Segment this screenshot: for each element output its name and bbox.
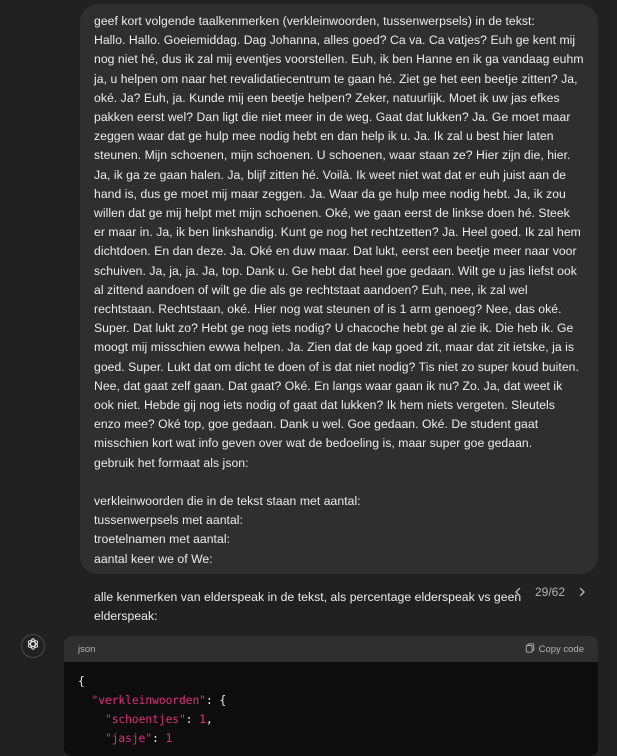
user-message-line: verkleinwoorden die in de tekst staan me… xyxy=(94,494,361,509)
code-token: "schoentjes" xyxy=(104,713,186,726)
code-token: , xyxy=(206,713,213,726)
code-token: : { xyxy=(206,694,227,707)
user-message-line: aantal keer we of We: xyxy=(94,551,213,566)
user-message-line: geef kort volgende taalkenmerken (verkle… xyxy=(94,14,535,28)
user-message-line xyxy=(94,473,584,492)
user-message-text: geef kort volgende taalkenmerken (verkle… xyxy=(94,12,584,627)
copy-code-label: Copy code xyxy=(538,643,584,655)
code-block-header: json Copy code xyxy=(64,636,598,662)
code-token: : xyxy=(185,713,200,726)
code-token: "jasje" xyxy=(104,732,153,745)
chevron-left-icon[interactable] xyxy=(511,584,525,600)
clipboard-icon xyxy=(525,642,535,656)
code-block: json Copy code { "verkleinwoorden": { "s… xyxy=(64,636,598,756)
user-message-bubble: geef kort volgende taalkenmerken (verkle… xyxy=(80,4,598,623)
code-token: "verkleinwoorden" xyxy=(91,694,206,707)
pager-label: 29/62 xyxy=(534,585,565,599)
user-message-line: gebruik het formaat als json: xyxy=(94,455,249,470)
code-token: 1 xyxy=(199,713,207,726)
code-language-label: json xyxy=(78,643,96,655)
code-line: "verkleinwoorden": { xyxy=(78,691,584,710)
code-token: : xyxy=(152,732,166,745)
code-token: { xyxy=(78,675,85,688)
openai-logo-icon xyxy=(26,637,40,656)
code-line: "schoentjes": 1, xyxy=(78,710,584,729)
code-body: { "verkleinwoorden": { "schoentjes": 1, … xyxy=(64,662,598,756)
chevron-right-icon[interactable] xyxy=(575,584,589,600)
assistant-avatar xyxy=(21,634,45,658)
user-message-line: Hallo. Hallo. Goeiemiddag. Dag Johanna, … xyxy=(94,33,587,451)
user-message-line: tussenwerpsels met aantal: xyxy=(94,513,243,528)
code-line: { xyxy=(78,672,584,691)
code-token: 1 xyxy=(165,732,173,745)
user-message-line: troetelnamen met aantal: xyxy=(94,532,231,547)
message-pager: 29/62 xyxy=(511,584,589,600)
copy-code-button[interactable]: Copy code xyxy=(525,642,584,656)
code-line: "jasje": 1 xyxy=(78,729,584,748)
